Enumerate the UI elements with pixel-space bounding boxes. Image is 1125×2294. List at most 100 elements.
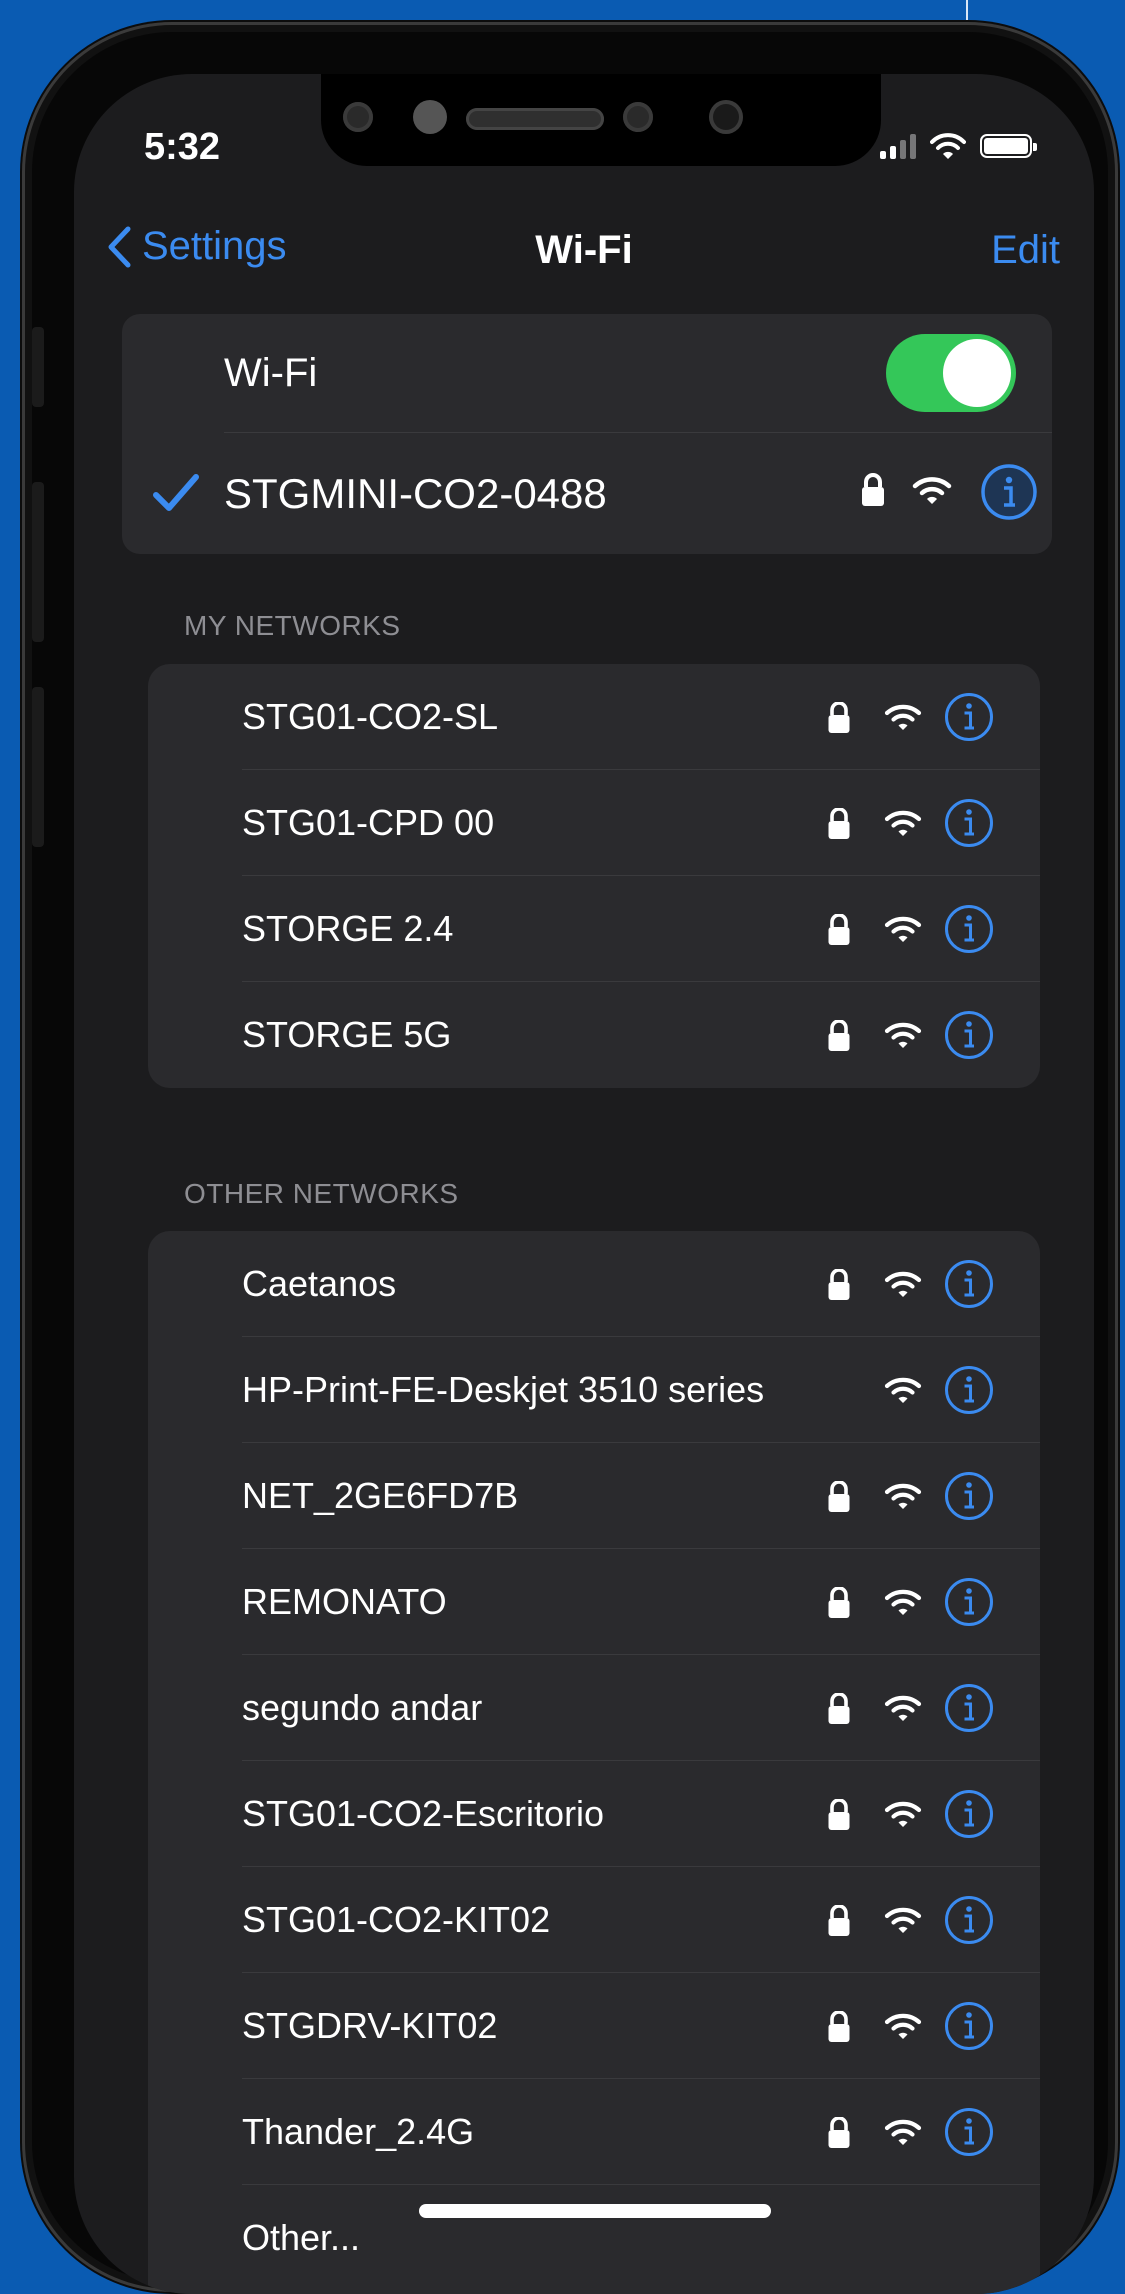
my-networks-list: STG01-CO2-SL STG01-CPD 00 STORGE 2.4 STORGE… — [148, 664, 1040, 1088]
wifi-signal-icon — [912, 477, 952, 504]
wifi-signal-icon — [884, 1377, 922, 1403]
wifi-toggle-row: Wi-Fi — [122, 314, 1052, 432]
background-divider — [966, 0, 968, 24]
wifi-toggle-label: Wi-Fi — [224, 350, 318, 395]
network-row[interactable]: Other... — [148, 2185, 1040, 2291]
lock-icon — [828, 2117, 850, 2148]
lock-icon — [828, 808, 850, 839]
screen: 5:32 Settings Wi-Fi Edit Wi-Fi STGMINI-C… — [74, 74, 1094, 2294]
flood-illuminator-icon — [709, 100, 743, 134]
checkmark-icon — [153, 474, 199, 511]
volume-down-button — [32, 687, 44, 847]
network-name: STGDRV-KIT02 — [242, 2005, 498, 2046]
wifi-signal-icon — [884, 1483, 922, 1509]
network-name: Caetanos — [242, 1263, 397, 1304]
network-name: HP-Print-FE-Deskjet 3510 series — [242, 1369, 765, 1410]
other-networks-header: OTHER NETWORKS — [184, 1178, 459, 1209]
info-icon[interactable] — [944, 1471, 994, 1521]
status-time: 5:32 — [144, 126, 221, 168]
network-name: segundo andar — [242, 1687, 483, 1728]
info-icon[interactable] — [944, 904, 994, 954]
wifi-signal-icon — [884, 704, 922, 730]
wifi-signal-icon — [884, 1801, 922, 1827]
info-icon[interactable] — [944, 1365, 994, 1415]
home-indicator[interactable] — [419, 2204, 771, 2218]
network-row[interactable]: REMONATO — [148, 1549, 1040, 1655]
info-icon[interactable] — [944, 692, 994, 742]
network-name: STORGE 2.4 — [242, 908, 454, 949]
network-row[interactable]: segundo andar — [148, 1655, 1040, 1761]
info-icon[interactable] — [944, 2001, 994, 2051]
network-row[interactable]: STG01-CO2-KIT02 — [148, 1867, 1040, 1973]
wifi-signal-icon — [884, 916, 922, 942]
notch — [321, 74, 881, 166]
network-name: Other... — [242, 2217, 361, 2258]
network-name: STG01-CPD 00 — [242, 802, 495, 843]
mute-switch — [32, 327, 44, 407]
wifi-signal-icon — [884, 1589, 922, 1615]
proximity-sensor-icon — [413, 100, 447, 134]
network-name: STG01-CO2-SL — [242, 696, 499, 737]
info-icon[interactable] — [944, 1259, 994, 1309]
status-icons — [880, 132, 1037, 160]
edit-button[interactable]: Edit — [991, 228, 1060, 273]
lock-icon — [828, 2011, 850, 2042]
info-icon[interactable] — [944, 1789, 994, 1839]
lock-icon — [828, 1799, 850, 1830]
info-icon[interactable] — [944, 1683, 994, 1733]
info-icon[interactable] — [944, 1577, 994, 1627]
info-icon[interactable] — [944, 2107, 994, 2157]
network-row[interactable]: HP-Print-FE-Deskjet 3510 series — [148, 1337, 1040, 1443]
earpiece-speaker — [466, 108, 604, 130]
my-networks-header: MY NETWORKS — [184, 610, 401, 641]
wifi-status-card: Wi-Fi STGMINI-CO2-0488 — [122, 314, 1052, 554]
lock-icon — [828, 1269, 850, 1300]
info-icon[interactable] — [944, 798, 994, 848]
lock-icon — [828, 1481, 850, 1512]
network-name: STG01-CO2-Escritorio — [242, 1793, 605, 1834]
connected-network-name: STGMINI-CO2-0488 — [224, 469, 607, 517]
wifi-toggle-switch[interactable] — [886, 334, 1016, 412]
volume-up-button — [32, 482, 44, 642]
wifi-signal-icon — [884, 810, 922, 836]
network-row[interactable]: STG01-CPD 00 — [148, 770, 1040, 876]
phone-frame: 5:32 Settings Wi-Fi Edit Wi-Fi STGMINI-C… — [22, 22, 1118, 2294]
network-row[interactable]: Caetanos — [148, 1231, 1040, 1337]
wifi-signal-icon — [884, 1022, 922, 1048]
lock-icon — [828, 702, 850, 733]
lock-icon — [828, 914, 850, 945]
info-icon[interactable] — [944, 1895, 994, 1945]
page-title: Wi-Fi — [535, 228, 633, 272]
battery-icon — [980, 134, 1037, 158]
network-name: NET_2GE6FD7B — [242, 1475, 519, 1516]
lock-icon — [828, 1587, 850, 1618]
wifi-signal-icon — [884, 1271, 922, 1297]
network-row[interactable]: STORGE 2.4 — [148, 876, 1040, 982]
wifi-signal-icon — [884, 2119, 922, 2145]
network-row[interactable]: STG01-CO2-SL — [148, 664, 1040, 770]
wifi-signal-icon — [884, 2013, 922, 2039]
info-icon[interactable] — [944, 1010, 994, 1060]
navigation-bar: Settings Wi-Fi Edit — [74, 224, 1094, 304]
network-name: REMONATO — [242, 1581, 447, 1622]
lock-icon — [828, 1905, 850, 1936]
network-row[interactable]: STG01-CO2-Escritorio — [148, 1761, 1040, 1867]
info-icon[interactable] — [980, 463, 1038, 521]
network-name: Thander_2.4G — [242, 2111, 475, 2152]
lock-icon — [862, 473, 884, 506]
lock-icon — [828, 1693, 850, 1724]
lock-icon — [828, 1020, 850, 1051]
connected-network-row[interactable]: STGMINI-CO2-0488 — [122, 433, 1052, 554]
wifi-status-icon — [930, 133, 966, 159]
network-row[interactable]: STORGE 5G — [148, 982, 1040, 1088]
wifi-signal-icon — [884, 1695, 922, 1721]
network-name: STORGE 5G — [242, 1014, 452, 1055]
network-row[interactable]: STGDRV-KIT02 — [148, 1973, 1040, 2079]
network-row[interactable]: Thander_2.4G — [148, 2079, 1040, 2185]
other-networks-list: Caetanos HP-Print-FE-Deskjet 3510 series N… — [148, 1231, 1040, 2294]
cellular-signal-icon — [880, 133, 916, 159]
wifi-signal-icon — [884, 1907, 922, 1933]
network-row[interactable]: NET_2GE6FD7B — [148, 1443, 1040, 1549]
sensor-icon — [343, 102, 373, 132]
front-camera-icon — [623, 102, 653, 132]
